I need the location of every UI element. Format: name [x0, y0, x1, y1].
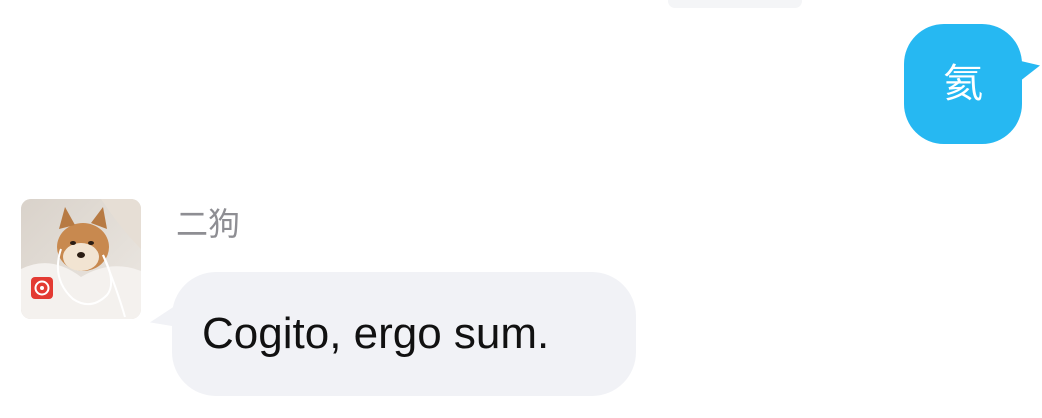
incoming-message-bubble[interactable]: Cogito, ergo sum. [172, 272, 636, 396]
shiba-dog-avatar [21, 199, 141, 319]
previous-message-edge [668, 0, 802, 8]
incoming-message-text: Cogito, ergo sum. [202, 309, 550, 358]
outgoing-message-bubble[interactable]: 氦 [904, 24, 1022, 144]
sender-name: 二狗 [176, 205, 241, 243]
outgoing-message-text: 氦 [943, 61, 983, 107]
sender-avatar[interactable] [21, 199, 141, 319]
